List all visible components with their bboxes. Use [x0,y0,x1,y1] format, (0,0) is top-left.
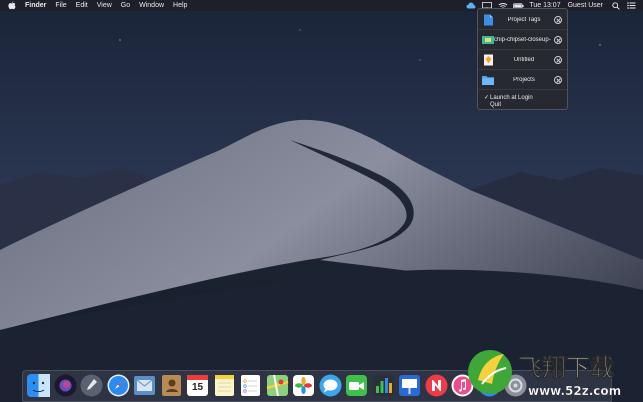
news-icon[interactable] [425,374,448,397]
remove-item-icon[interactable] [554,16,562,24]
recent-file-item[interactable]: Projects [478,71,567,90]
facetime-icon[interactable] [345,374,368,397]
svg-text:飞翔下载: 飞翔下载 [518,354,614,382]
remove-item-icon[interactable] [554,36,562,44]
recent-file-label: Untitled [513,57,535,63]
recent-file-item[interactable]: Project Tags [478,11,567,30]
keynote-icon[interactable] [398,374,421,397]
menu-file[interactable]: File [55,0,66,11]
menubar-user[interactable]: Guest User [568,0,603,11]
notes-icon[interactable] [213,374,236,397]
folder-icon [482,74,494,86]
menu-view[interactable]: View [97,0,112,11]
finder-icon[interactable] [27,374,50,397]
spotlight-search-icon[interactable] [610,1,621,10]
recent-file-label: Project Tags [507,17,541,23]
mail-icon[interactable] [133,374,156,397]
document-icon [482,14,494,26]
watermark-logo: 飞翔下载 www.52z.com [468,350,621,398]
maps-icon[interactable] [266,374,289,397]
recent-file-item[interactable]: chip-chipset-closeup- [478,31,567,50]
quit-label: Quit [490,102,502,108]
menu-app-name[interactable]: Finder [25,0,46,11]
messages-icon[interactable] [319,374,342,397]
siri-icon[interactable] [54,374,77,397]
menu-go[interactable]: Go [121,0,130,11]
recent-file-item[interactable]: Untitled [478,51,567,70]
menu-help[interactable]: Help [173,0,187,11]
photos-icon[interactable] [292,374,315,397]
recent-file-label: chip-chipset-closeup- [494,37,551,43]
reminders-icon[interactable] [239,374,262,397]
numbers-icon[interactable] [372,374,395,397]
menu-edit[interactable]: Edit [76,0,88,11]
launchpad-icon[interactable] [80,374,103,397]
calendar-icon[interactable]: 15 [186,374,209,397]
svg-text:www.52z.com: www.52z.com [528,384,621,398]
remove-item-icon[interactable] [554,56,562,64]
safari-icon[interactable] [107,374,130,397]
apple-icon[interactable] [8,1,17,10]
launch-at-login-item[interactable]: ✓ Launch at Login [484,94,533,102]
contacts-icon[interactable] [160,374,183,397]
recent-file-label: Projects [513,77,535,83]
notification-center-icon[interactable] [626,1,637,10]
quit-item[interactable]: Quit [484,102,501,108]
launch-at-login-label: Launch at Login [490,94,533,101]
remove-item-icon[interactable] [554,76,562,84]
recent-files-dropdown: Project Tags chip-chipset-closeup- Untit… [477,8,568,110]
image-icon [482,34,494,46]
calendar-day: 15 [191,382,204,393]
sketch-document-icon [482,54,494,66]
menu-window[interactable]: Window [139,0,164,11]
cloud-status-icon[interactable] [465,1,476,10]
